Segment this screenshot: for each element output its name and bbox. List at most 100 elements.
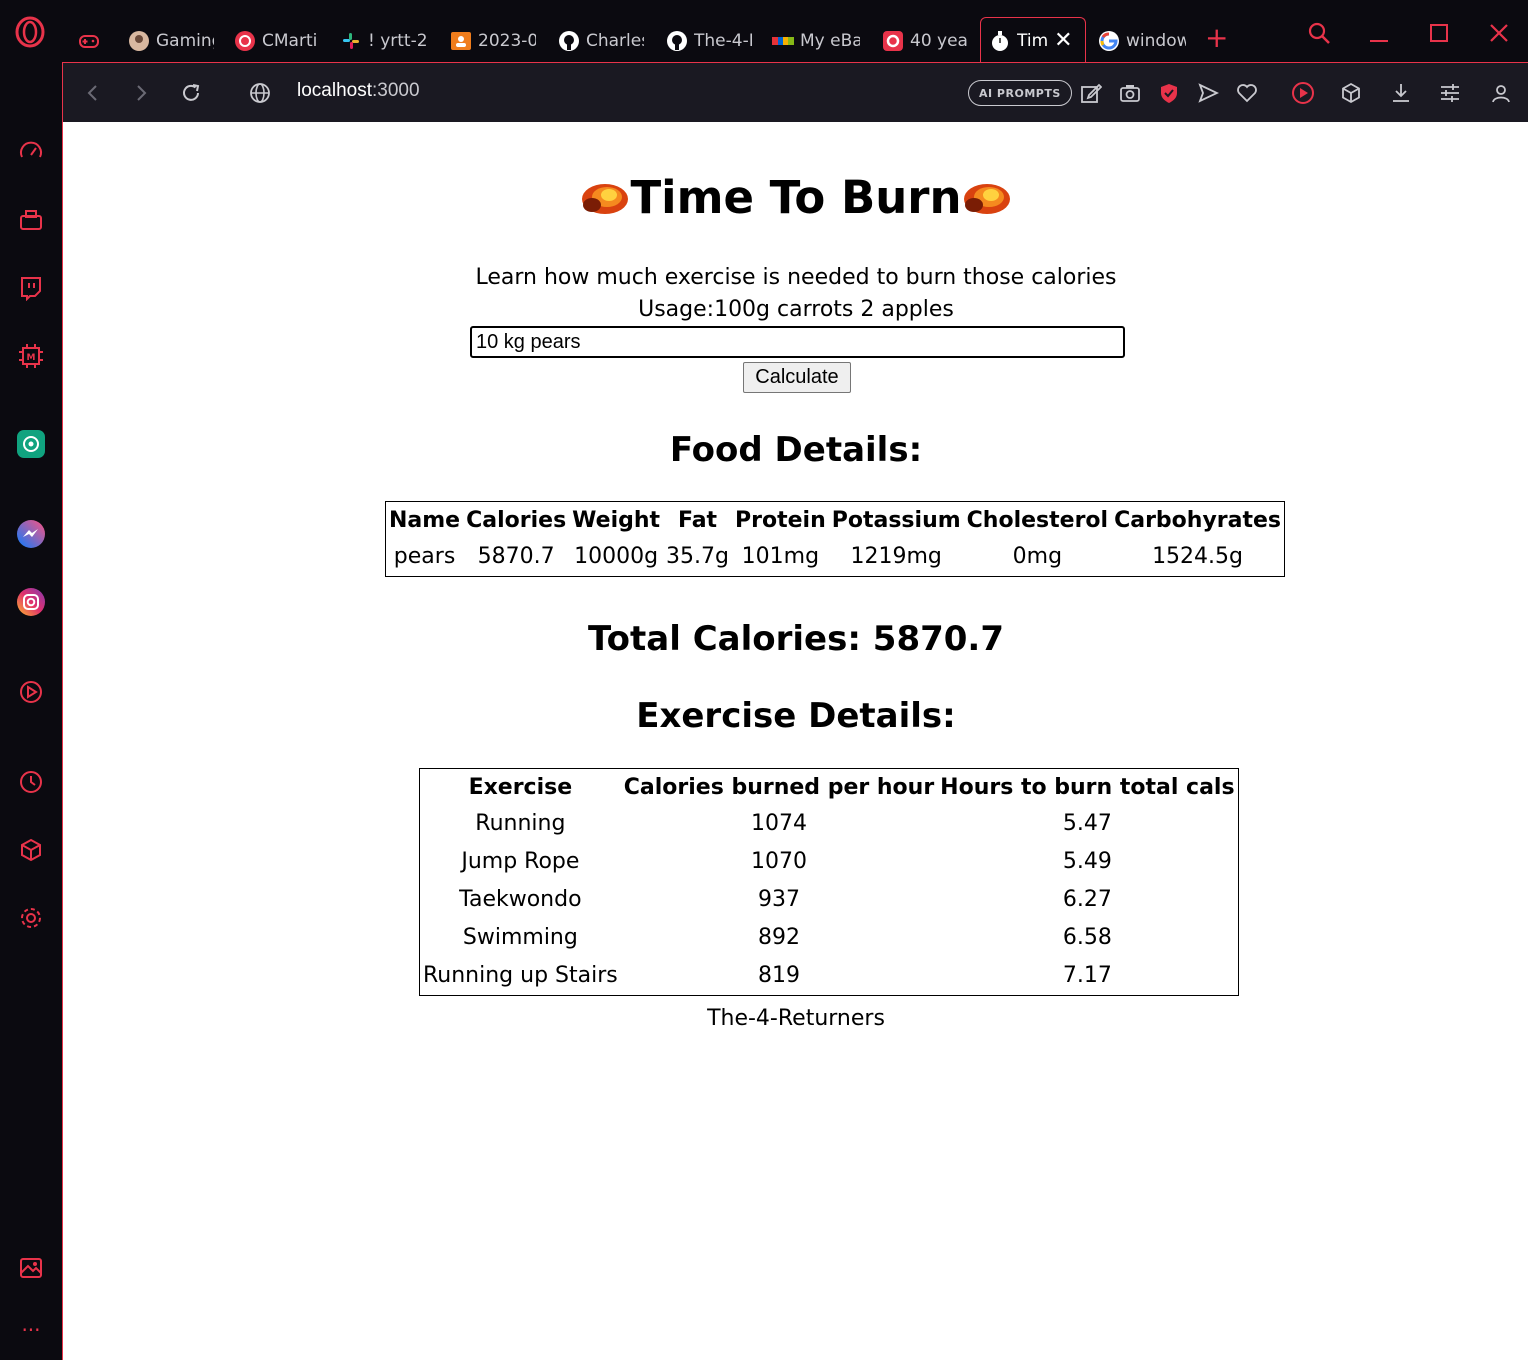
fire-emoji-icon (580, 174, 630, 214)
food-details-table: Name Calories Weight Fat Protein Potassium Cho… (385, 501, 1286, 577)
tab-label: window (1126, 31, 1186, 51)
opera-logo-icon[interactable] (14, 16, 46, 48)
badge-icon (882, 30, 904, 52)
messenger-icon[interactable] (15, 518, 47, 550)
food-query-input[interactable] (470, 326, 1125, 358)
food-cell: pears (393, 544, 456, 569)
food-cell: 101mg (741, 544, 820, 569)
tab-active-time-to-burn[interactable]: Tim ✕ (980, 17, 1086, 63)
tab-6[interactable]: The-4-I (666, 26, 752, 56)
exercise-cell: 6.27 (1062, 887, 1112, 912)
food-header-cell: Potassium (831, 508, 961, 533)
tab-8[interactable]: 40 year (882, 26, 968, 56)
exercise-details-heading: Exercise Details: (636, 696, 956, 736)
food-details-heading: Food Details: (669, 430, 923, 470)
food-header-cell: Carbohyrates (1114, 508, 1282, 533)
svg-text:M: M (27, 353, 36, 363)
download-icon[interactable] (1387, 79, 1415, 107)
cpu-icon[interactable]: M (15, 340, 47, 372)
profile-icon[interactable] (1487, 79, 1515, 107)
food-cell: 5870.7 (477, 544, 555, 569)
gamepad-icon (78, 30, 100, 52)
tab-gaming-shortcut[interactable] (78, 26, 106, 56)
address-bar[interactable]: localhost:3000 (297, 80, 420, 102)
fire-emoji-icon (962, 174, 1012, 214)
new-tab-button[interactable]: + (1205, 24, 1228, 52)
github-icon (666, 30, 688, 52)
tab-5[interactable]: Charles (558, 26, 644, 56)
player-toolbar-icon[interactable] (1289, 79, 1317, 107)
player-icon[interactable] (15, 676, 47, 708)
extensions-icon[interactable] (15, 834, 47, 866)
tab-label: 2023-0 (478, 31, 536, 51)
tab-3[interactable]: ! yrtt-2( (340, 26, 428, 56)
workspace-icon[interactable] (15, 204, 47, 236)
back-icon[interactable] (79, 79, 107, 107)
sidebar: M ··· (0, 62, 62, 1360)
address-toolbar: localhost:3000 AI PROMPTS (62, 62, 1528, 122)
settings-gear-icon[interactable] (15, 902, 47, 934)
exercise-cell: 819 (757, 963, 800, 988)
food-cell: 1219mg (850, 544, 942, 569)
chatgpt-icon[interactable] (15, 428, 47, 460)
exercise-cell: Taekwondo (459, 887, 582, 912)
stopwatch-icon (989, 30, 1011, 52)
table-row: Swimming 892 6.58 (420, 919, 1238, 957)
exercise-cell: 892 (757, 925, 800, 950)
tab-1[interactable]: Gaming (128, 26, 214, 56)
twitch-icon[interactable] (15, 272, 47, 304)
exercise-cell: Running (475, 811, 566, 836)
minimize-icon[interactable] (1364, 18, 1394, 48)
instagram-icon[interactable] (15, 586, 47, 618)
calculate-button[interactable]: Calculate (743, 362, 851, 393)
ai-prompts-button[interactable]: AI PROMPTS (968, 80, 1072, 106)
table-row: Running 1074 5.47 (420, 805, 1238, 843)
send-icon[interactable] (1194, 79, 1222, 107)
page-title-row: Time To Burn (63, 170, 1528, 226)
contact-icon (450, 30, 472, 52)
maximize-icon[interactable] (1424, 18, 1454, 48)
search-tabs-icon[interactable] (1304, 18, 1334, 48)
food-header-cell: Cholesterol (966, 508, 1109, 533)
openai-icon (234, 30, 256, 52)
close-window-icon[interactable] (1484, 18, 1514, 48)
tab-10[interactable]: window (1098, 26, 1186, 56)
tab-label: Tim (1017, 30, 1049, 51)
forward-icon[interactable] (127, 79, 155, 107)
tab-label: The-4-I (694, 31, 752, 51)
tab-2[interactable]: CMarti (234, 26, 320, 56)
page-viewport: Time To Burn Learn how much exercise is … (62, 122, 1528, 1360)
avatar-icon (128, 30, 150, 52)
tab-4[interactable]: 2023-0 (450, 26, 536, 56)
google-icon (1098, 30, 1120, 52)
food-header-cell: Calories (466, 508, 567, 533)
easy-setup-icon[interactable] (1436, 79, 1464, 107)
ebay-icon (772, 30, 794, 52)
edit-icon[interactable] (1077, 79, 1105, 107)
table-row: Jump Rope 1070 5.49 (420, 843, 1238, 881)
tab-7[interactable]: My eBa (772, 26, 860, 56)
tab-label: CMarti (262, 31, 318, 51)
more-icon[interactable]: ··· (15, 1314, 47, 1346)
history-icon[interactable] (15, 766, 47, 798)
total-calories: Total Calories: 5870.7 (588, 619, 1004, 659)
exercise-cell: 1074 (750, 811, 807, 836)
extensions-cube-icon[interactable] (1337, 79, 1365, 107)
tab-strip: Gaming CMarti ! yrtt-2( 2023-0 Charles T… (0, 0, 1528, 63)
exercise-cell: 7.17 (1062, 963, 1112, 988)
tab-label: 40 year (910, 31, 968, 51)
browser-window: Gaming CMarti ! yrtt-2( 2023-0 Charles T… (0, 0, 1528, 1360)
food-cell: 1524.5g (1152, 544, 1244, 569)
github-icon (558, 30, 580, 52)
shield-icon[interactable] (1155, 79, 1183, 107)
speed-dial-icon[interactable] (15, 136, 47, 168)
camera-icon[interactable] (1116, 79, 1144, 107)
heart-icon[interactable] (1233, 79, 1261, 107)
reload-icon[interactable] (177, 79, 205, 107)
image-gallery-icon[interactable] (15, 1252, 47, 1284)
site-info-globe-icon[interactable] (246, 79, 274, 107)
slack-icon (340, 30, 362, 52)
tab-label: Gaming (156, 31, 214, 51)
close-icon[interactable]: ✕ (1054, 29, 1072, 52)
tab-label: My eBa (800, 31, 860, 51)
